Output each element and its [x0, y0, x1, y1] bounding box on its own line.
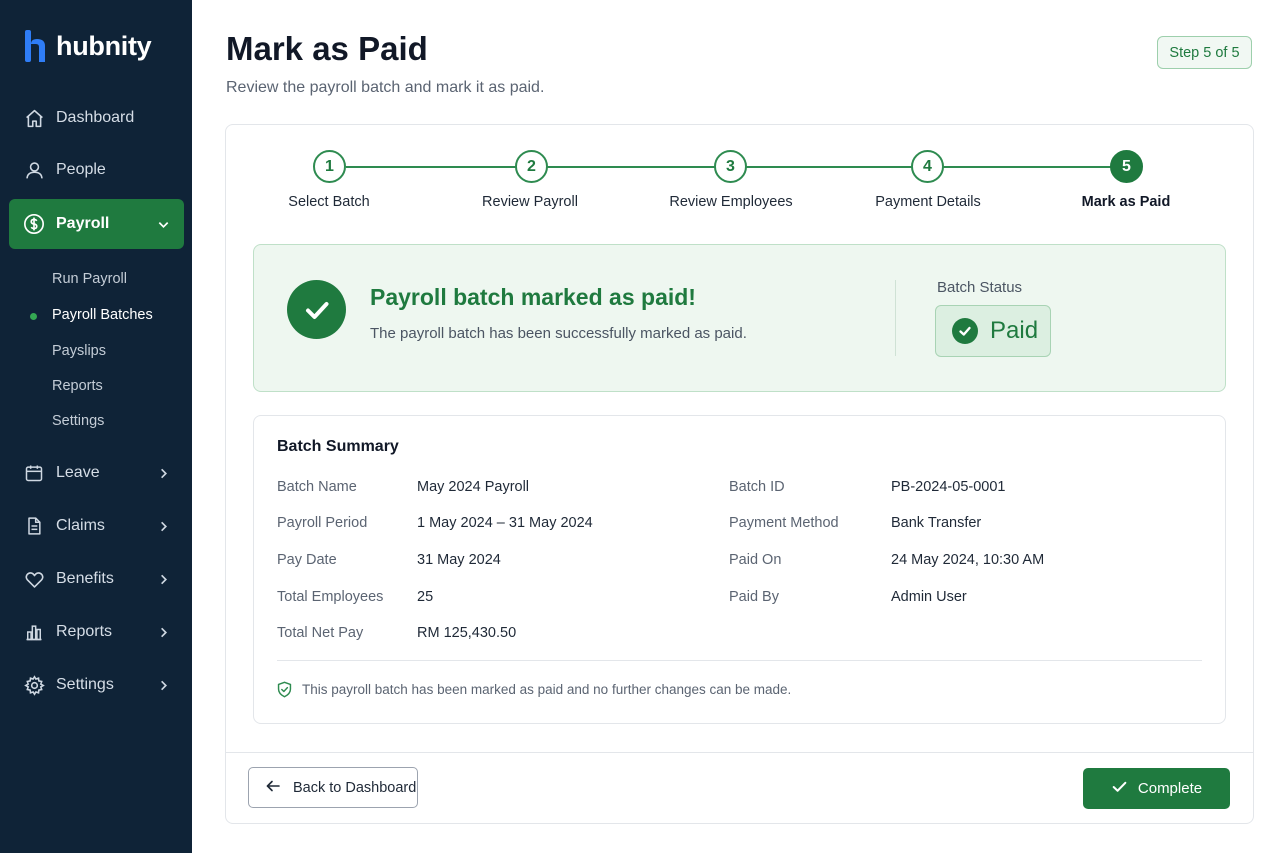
sidebar-subitem-reports[interactable]: Reports [52, 378, 103, 394]
summary-value: Admin User [891, 589, 967, 605]
batch-status-label: Batch Status [937, 279, 1023, 296]
step-badge: Step 5 of 5 [1157, 36, 1252, 69]
sidebar-subitem-settings[interactable]: Settings [52, 413, 104, 429]
sidebar-item-leave[interactable]: Leave [9, 448, 184, 498]
complete-button[interactable]: Complete [1083, 768, 1230, 809]
stepper-connector [943, 166, 1111, 168]
summary-value: Bank Transfer [891, 515, 982, 531]
step-1-circle[interactable]: 1 [313, 150, 346, 183]
sidebar-item-settings[interactable]: Settings [9, 660, 184, 710]
summary-value: PB-2024-05-0001 [891, 479, 1006, 495]
step-2-circle[interactable]: 2 [515, 150, 548, 183]
chevron-right-icon [156, 572, 170, 586]
sidebar-item-people[interactable]: People [9, 145, 184, 195]
stepper-connector [746, 166, 912, 168]
sidebar-item-label: Reports [56, 623, 113, 640]
locked-note: This payroll batch has been marked as pa… [302, 682, 792, 697]
sidebar-item-label: Claims [56, 517, 105, 534]
document-icon [23, 515, 45, 537]
status-value: Paid [990, 317, 1039, 344]
step-5-circle[interactable]: 5 [1110, 150, 1143, 183]
sidebar-item-label: Leave [56, 464, 100, 481]
summary-key: Total Employees [277, 589, 384, 605]
step-4-circle[interactable]: 4 [911, 150, 944, 183]
summary-key: Paid On [729, 552, 782, 568]
sidebar-item-label: Payroll [56, 215, 110, 232]
sidebar-item-claims[interactable]: Claims [9, 501, 184, 551]
chevron-down-icon [156, 217, 170, 231]
stepper-connector [346, 166, 516, 168]
step-1-label: Select Batch [288, 194, 370, 210]
app-name: hubnity [56, 30, 152, 61]
bar-chart-icon [23, 621, 45, 643]
summary-value: May 2024 Payroll [417, 479, 530, 495]
summary-key: Total Net Pay [277, 625, 364, 641]
status-badge: Paid [935, 305, 1051, 357]
check-icon [1111, 778, 1128, 799]
step-2-label: Review Payroll [482, 194, 578, 210]
sidebar-item-reports[interactable]: Reports [9, 607, 184, 657]
calendar-icon [23, 462, 45, 484]
step-3-circle[interactable]: 3 [714, 150, 747, 183]
stepper-connector [547, 166, 715, 168]
page-subtitle: Review the payroll batch and mark it as … [226, 79, 545, 96]
step-4-label: Payment Details [875, 194, 981, 210]
chevron-right-icon [156, 678, 170, 692]
summary-key: Paid By [729, 589, 779, 605]
summary-value: 25 [417, 589, 434, 605]
sidebar-item-payroll[interactable]: Payroll [9, 199, 184, 249]
summary-value: 24 May 2024, 10:30 AM [891, 552, 1045, 568]
divider [895, 280, 896, 356]
sidebar-item-label: People [56, 161, 106, 178]
page-title: Mark as Paid [226, 30, 428, 67]
sidebar-subitem-payslips[interactable]: Payslips [52, 343, 106, 359]
summary-key: Pay Date [277, 552, 337, 568]
success-panel [253, 244, 1226, 392]
batch-summary-card [253, 415, 1226, 724]
gear-icon [23, 674, 45, 696]
sidebar-item-benefits[interactable]: Benefits [9, 554, 184, 604]
active-dot [30, 313, 37, 320]
summary-value: RM 125,430.50 [417, 625, 517, 641]
summary-key: Batch Name [277, 479, 357, 495]
sidebar-subitem-run-payroll[interactable]: Run Payroll [52, 271, 127, 287]
shield-check-icon [276, 681, 293, 698]
sidebar-item-label: Settings [56, 676, 114, 693]
step-3-label: Review Employees [669, 194, 793, 210]
dollar-circle-icon [23, 213, 45, 235]
heart-icon [23, 568, 45, 590]
home-icon [23, 107, 45, 129]
summary-key: Payroll Period [277, 515, 368, 531]
sidebar-item-dashboard[interactable]: Dashboard [9, 93, 184, 143]
batch-summary-title: Batch Summary [277, 438, 399, 455]
summary-key: Batch ID [729, 479, 785, 495]
sidebar: hubnity Dashboard People Payroll Run Pay… [0, 0, 192, 853]
sidebar-subitem-payroll-batches[interactable]: Payroll Batches [52, 307, 153, 323]
check-circle-icon [952, 318, 978, 344]
summary-key: Payment Method [729, 515, 839, 531]
summary-value: 1 May 2024 – 31 May 2024 [417, 515, 593, 531]
success-message: The payroll batch has been successfully … [370, 325, 747, 342]
chevron-right-icon [156, 625, 170, 639]
sidebar-item-label: Benefits [56, 570, 114, 587]
sidebar-item-label: Dashboard [56, 109, 135, 126]
success-check-icon [287, 280, 346, 339]
summary-value: 31 May 2024 [417, 552, 501, 568]
hubnity-logo-icon [25, 30, 45, 62]
chevron-right-icon [156, 519, 170, 533]
back-to-dashboard-button[interactable]: Back to Dashboard [248, 767, 418, 808]
button-label: Back to Dashboard [293, 779, 417, 796]
divider [226, 752, 1253, 753]
arrow-left-icon [265, 778, 281, 798]
button-label: Complete [1137, 780, 1203, 797]
success-title: Payroll batch marked as paid! [370, 284, 696, 310]
chevron-right-icon [156, 466, 170, 480]
divider [277, 660, 1202, 661]
logo[interactable]: hubnity [24, 30, 152, 62]
step-5-label: Mark as Paid [1081, 194, 1171, 210]
user-icon [23, 159, 45, 181]
